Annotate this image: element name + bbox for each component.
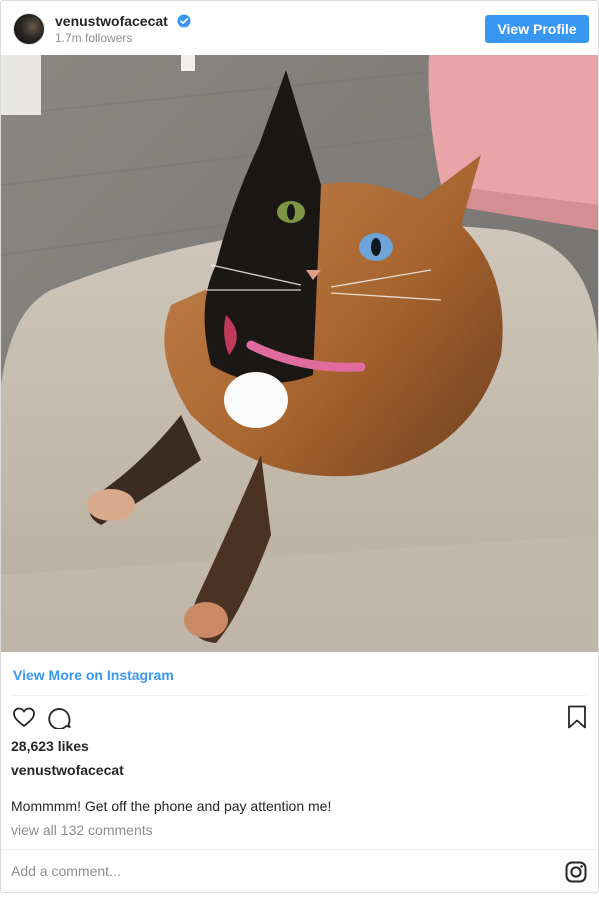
comment-bubble-icon[interactable] xyxy=(48,705,72,729)
view-all-comments-link[interactable]: view all 132 comments xyxy=(11,822,153,838)
view-more-link[interactable]: View More on Instagram xyxy=(13,667,174,683)
divider xyxy=(13,695,586,696)
verified-badge-icon xyxy=(177,14,191,28)
cat-photo-image xyxy=(1,55,598,652)
caption-username[interactable]: venustwofacecat xyxy=(11,762,124,778)
avatar[interactable] xyxy=(13,13,45,45)
instagram-embed-card: venustwofacecat 1.7m followers View Prof… xyxy=(0,0,599,893)
post-photo[interactable] xyxy=(1,55,598,652)
heart-icon[interactable] xyxy=(12,705,36,729)
profile-username[interactable]: venustwofacecat xyxy=(55,13,168,29)
post-header: venustwofacecat 1.7m followers View Prof… xyxy=(1,1,598,55)
post-caption: Mommmm! Get off the phone and pay attent… xyxy=(11,798,332,814)
like-count[interactable]: 28,623 likes xyxy=(11,738,89,754)
add-comment-row xyxy=(1,849,598,892)
bookmark-icon[interactable] xyxy=(566,705,588,729)
instagram-logo-icon[interactable] xyxy=(565,861,587,883)
view-profile-button[interactable]: View Profile xyxy=(485,15,589,43)
add-comment-input[interactable] xyxy=(1,850,541,892)
follower-count: 1.7m followers xyxy=(55,31,133,45)
